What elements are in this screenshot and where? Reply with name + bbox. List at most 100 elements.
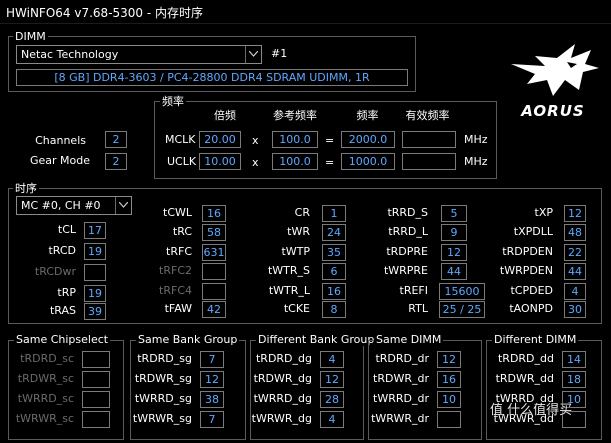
timing-value-twr: 24 [322, 224, 346, 241]
sub-timing-value-trdwr_sc [82, 371, 110, 388]
uclk-label: UCLK [167, 155, 197, 168]
title-bar: HWiNFO64 v7.68-5300 - 内存时序 [0, 0, 611, 24]
timing-label-tcwl: tCWL [163, 206, 192, 219]
sub-timing-label-twrwr_dr: tWRWR_dr [371, 412, 429, 425]
dimm-module-select[interactable]: Netac Technology [16, 45, 262, 64]
timing-value-trrd_s: 5 [441, 205, 467, 222]
timing-label-tcl: tCL [57, 223, 76, 236]
sub-timing-label-twrwr_sc: tWRWR_sc [15, 412, 74, 425]
sub-timing-value-twrrd_dg: 28 [320, 391, 344, 408]
timing-value-tcwl: 16 [202, 205, 226, 222]
timing-label-trrd_s: tRRD_S [387, 206, 428, 219]
timing-value-txp: 12 [564, 205, 586, 222]
aorus-logo: AORUS [505, 44, 601, 126]
sub-timing-value-trdrd_sg: 7 [200, 351, 224, 368]
dimm-slot-label: #1 [271, 47, 288, 60]
timing-value-trcdwr [84, 264, 106, 281]
timing-value-twtr_l: 16 [322, 283, 346, 300]
uclk-frequency-value: 1000.0 [341, 153, 395, 170]
sub-timing-value-twrwr_sg: 7 [200, 411, 224, 428]
timing-label-twtr_l: tWTR_L [268, 284, 310, 297]
sub-timing-label-trdwr_dr: tRDWR_dr [373, 372, 429, 385]
eagle-icon [511, 44, 599, 96]
timing-value-txpdll: 48 [564, 224, 586, 241]
col-multiplier-header: 倍频 [214, 109, 236, 122]
diff-bank-group-group-label: Different Bank Group [256, 333, 377, 346]
diff-dimm-group-label: Different DIMM [492, 333, 579, 346]
mclk-unit: MHz [464, 133, 488, 146]
timing-value-twrpden: 44 [564, 263, 586, 280]
timing-label-txpdll: tXPDLL [513, 225, 553, 238]
channels-value: 2 [105, 131, 127, 148]
timing-label-twtr_s: tWTR_S [267, 264, 310, 277]
mclk-label: MCLK [165, 133, 196, 146]
frequency-group-label: 频率 [160, 95, 186, 108]
sub-timing-label-trdrd_dd: tRDRD_dd [497, 352, 554, 365]
timing-value-twtp: 35 [322, 244, 346, 261]
timing-value-tras: 39 [84, 303, 106, 320]
timing-value-tfaw: 42 [202, 301, 226, 318]
sub-timing-value-twrwr_sc [82, 411, 110, 428]
mclk-times-sign: x [252, 134, 259, 147]
sub-timing-label-trdwr_sc: tRDWR_sc [17, 372, 74, 385]
timing-value-trfc4 [202, 283, 226, 300]
timing-value-twrpre: 44 [441, 263, 467, 280]
timing-value-tcke: 8 [322, 301, 346, 318]
timing-label-twtp: tWTP [281, 245, 310, 258]
col-frequency-header: 频率 [356, 109, 379, 122]
sub-timing-value-trdwr_dg: 12 [320, 371, 344, 388]
sub-timing-value-trdrd_dr: 12 [437, 351, 461, 368]
channel-select-value: MC #0, CH #0 [21, 199, 101, 212]
timing-label-tras: tRAS [49, 304, 76, 317]
uclk-unit: MHz [464, 155, 488, 168]
timing-label-trc: tRC [172, 225, 192, 238]
dimm-info-text: [8 GB] DDR4-3603 / PC4-28800 DDR4 SDRAM … [16, 69, 408, 86]
timing-value-trfc: 631 [202, 244, 226, 261]
timing-label-taonpd: tAONPD [509, 302, 553, 315]
timing-value-cr: 1 [322, 205, 346, 222]
timing-label-trcd: tRCD [48, 244, 76, 257]
timing-value-rtl: 25 / 25 [439, 301, 485, 318]
sub-timing-label-trdwr_dg: tRDWR_dg [253, 372, 312, 385]
same-bank-group-group-label: Same Bank Group [136, 333, 240, 346]
timing-label-trdpden: tRDPDEN [502, 245, 553, 258]
sub-timing-value-trdrd_dg: 4 [320, 351, 344, 368]
watermark: 值 什么值得买 [490, 403, 573, 418]
timing-label-trp: tRP [57, 286, 76, 299]
same-chipselect-group-label: Same Chipselect [14, 333, 111, 346]
sub-timing-value-twrrd_dr: 10 [437, 391, 461, 408]
sub-timing-label-trdrd_dg: tRDRD_dg [255, 352, 312, 365]
timing-label-trfc: tRFC [166, 245, 192, 258]
timing-label-trrd_l: tRRD_L [388, 225, 428, 238]
timing-label-rtl: RTL [408, 302, 428, 315]
timing-label-trdpre: tRDPRE [386, 245, 428, 258]
sub-timing-label-twrrd_dg: tWRRD_dg [253, 392, 312, 405]
sub-timing-value-twrrd_sc [82, 391, 110, 408]
sub-timing-value-twrrd_sg: 38 [200, 391, 224, 408]
uclk-multiplier-value: 10.00 [199, 153, 241, 170]
timing-label-tcpded: tCPDED [510, 284, 553, 297]
uclk-effective-value [402, 153, 456, 170]
timing-value-trcd: 19 [84, 243, 106, 260]
timing-value-trdpre: 12 [441, 244, 467, 261]
timing-value-trc: 58 [202, 224, 226, 241]
sub-timing-label-trdwr_sg: tRDWR_sg [134, 372, 192, 385]
sub-timing-label-twrrd_sc: tWRRD_sc [17, 392, 74, 405]
aorus-wordmark: AORUS [521, 102, 585, 120]
uclk-reference-value: 100.0 [272, 153, 318, 170]
timing-value-tcpded: 4 [564, 283, 586, 300]
channel-select[interactable]: MC #0, CH #0 [16, 196, 132, 215]
timing-label-trfc2: tRFC2 [159, 264, 192, 277]
sub-timing-label-twrwr_sg: tWRWR_sg [132, 412, 192, 425]
sub-timing-label-twrrd_sg: tWRRD_sg [134, 392, 192, 405]
sub-timing-label-twrwr_dg: tWRWR_dg [251, 412, 312, 425]
sub-timing-label-trdrd_dr: tRDRD_dr [375, 352, 429, 365]
uclk-times-sign: x [252, 156, 259, 169]
window-title: HWiNFO64 v7.68-5300 - 内存时序 [6, 6, 204, 20]
mclk-effective-value [402, 131, 456, 148]
timings-group-label: 时序 [13, 182, 39, 195]
col-effective-header: 有效频率 [405, 109, 450, 122]
timing-label-trefi: tREFI [399, 284, 428, 297]
timing-label-cr: CR [294, 206, 310, 219]
timing-label-tcke: tCKE [283, 302, 310, 315]
